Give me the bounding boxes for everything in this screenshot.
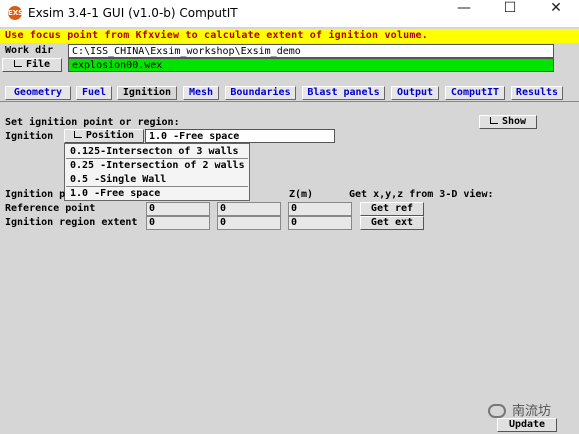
dropdown-separator [66,158,248,159]
reference-z-field[interactable]: 0 [288,202,352,216]
workdir-field[interactable]: C:\ISS_CHINA\Exsim_workshop\Exsim_demo [68,44,554,58]
tab-results[interactable]: Results [511,86,563,100]
tab-output[interactable]: Output [391,86,439,100]
get-ref-button[interactable]: Get ref [360,202,424,216]
dropdown-option[interactable]: 1.0 -Free space [70,188,160,200]
ignition-label: Ignition [5,131,54,142]
position-dropdown: 0.125-Intersecton of 3 walls 0.25 -Inter… [64,143,250,201]
tab-computit[interactable]: ComputIT [445,86,505,100]
workdir-label: Work dir [5,45,54,56]
reference-x-field[interactable]: 0 [146,202,210,216]
ignition-extent-label: Ignition region extent [5,217,138,228]
extent-y-field[interactable]: 0 [217,216,281,230]
tab-ignition[interactable]: Ignition [117,86,177,100]
window-title: Exsim 3.4-1 GUI (v1.0-b) ComputIT [28,6,238,20]
title-bar[interactable]: EXSIM Exsim 3.4-1 GUI (v1.0-b) ComputIT … [0,0,579,27]
tab-mesh[interactable]: Mesh [183,86,219,100]
update-button[interactable]: Update [497,418,557,432]
option-mark-icon [489,117,498,124]
reference-y-field[interactable]: 0 [217,202,281,216]
tab-blast-panels[interactable]: Blast panels [302,86,385,100]
wechat-icon [488,404,506,418]
dropdown-separator [66,186,248,187]
option-mark-icon [73,131,82,138]
file-field[interactable]: explosion00.wex [68,58,554,72]
dropdown-option[interactable]: 0.25 -Intersection of 2 walls [70,160,245,172]
file-button[interactable]: File [2,58,62,72]
ignition-value-field[interactable]: 1.0 -Free space [145,129,335,143]
position-button[interactable]: Position [64,129,144,143]
tab-fuel[interactable]: Fuel [76,86,112,100]
tab-geometry[interactable]: Geometry [5,86,71,100]
section-label: Set ignition point or region: [5,117,180,128]
get-ext-button[interactable]: Get ext [360,216,424,230]
tab-boundaries[interactable]: Boundaries [225,86,296,100]
exsim-window: EXSIM Exsim 3.4-1 GUI (v1.0-b) ComputIT … [0,0,579,434]
main-panel: Use focus point from Kfxview to calculat… [0,27,579,434]
reference-point-label: Reference point [5,203,96,214]
extent-x-field[interactable]: 0 [146,216,210,230]
tab-divider [0,101,579,102]
dropdown-option[interactable]: 0.5 -Single Wall [70,174,166,186]
exsim-app-icon: EXSIM [8,6,33,20]
hint-banner: Use focus point from Kfxview to calculat… [0,29,579,43]
ignition-point-label-partial: Ignition p [5,189,66,200]
option-mark-icon [13,60,22,67]
watermark: 南流坊 [488,400,551,419]
minimize-icon[interactable]: — [441,0,487,27]
get-xyz-label: Get x,y,z from 3-D view: [349,189,494,200]
maximize-icon[interactable]: ☐ [487,0,533,27]
extent-z-field[interactable]: 0 [288,216,352,230]
dropdown-option[interactable]: 0.125-Intersecton of 3 walls [70,146,239,158]
show-button[interactable]: Show [479,115,537,129]
close-icon[interactable]: ✕ [533,0,579,27]
z-column-header: Z(m) [289,189,314,200]
